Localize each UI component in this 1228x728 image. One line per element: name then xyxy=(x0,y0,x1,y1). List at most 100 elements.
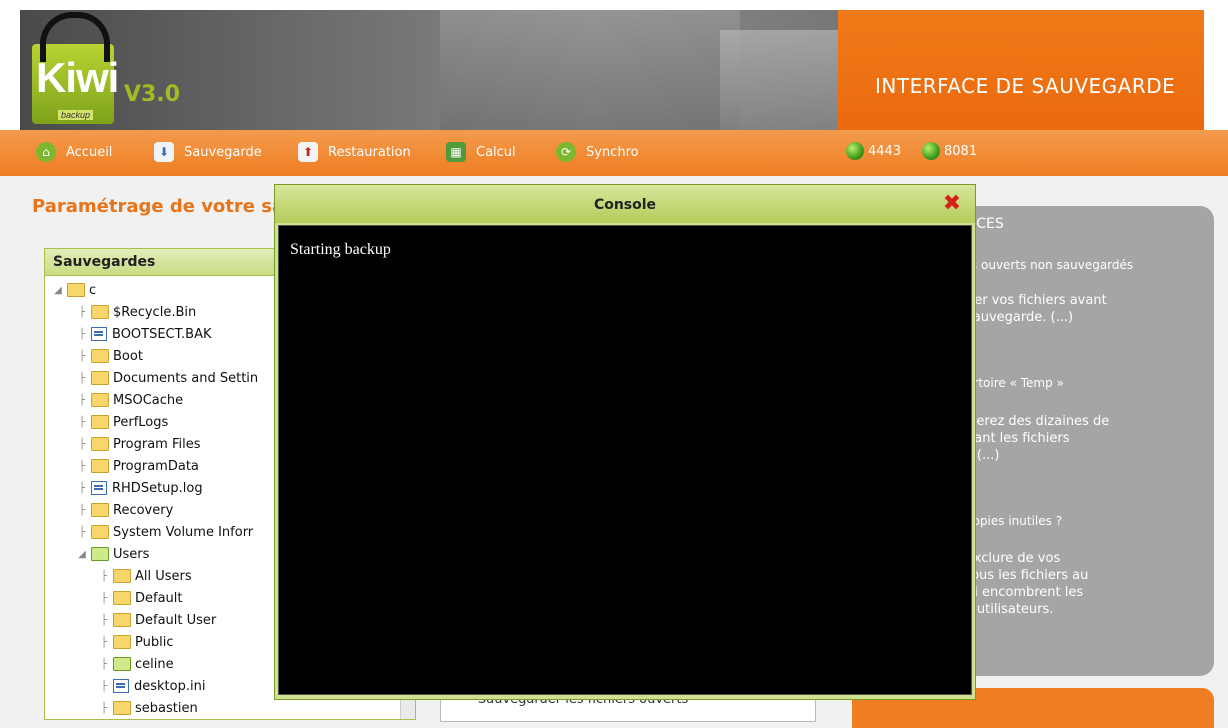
folder-icon xyxy=(113,569,131,583)
app-version: V3.0 xyxy=(124,82,180,107)
expand-toggle-icon[interactable]: ├ xyxy=(75,439,89,450)
expand-arrow-icon[interactable]: ◢ xyxy=(51,285,65,296)
expand-toggle-icon[interactable]: ├ xyxy=(97,637,111,648)
expand-toggle-icon[interactable]: ├ xyxy=(97,593,111,604)
folder-icon xyxy=(113,635,131,649)
tree-row[interactable]: ├ ProgramData xyxy=(75,455,199,477)
tree-row[interactable]: ├ System Volume Inforr xyxy=(75,521,253,543)
expand-toggle-icon[interactable]: ├ xyxy=(97,703,111,714)
tree-row-label: Users xyxy=(113,546,150,562)
header-title: INTERFACE DE SAUVEGARDE xyxy=(875,74,1176,98)
backup-icon: ⬇ xyxy=(154,142,174,162)
nav-item-accueil[interactable]: ⌂ Accueil xyxy=(36,142,112,162)
tree-row[interactable]: ├ sebastien xyxy=(97,697,198,719)
tree-row[interactable]: ├ Default xyxy=(97,587,183,609)
folder-icon xyxy=(91,459,109,473)
sync-icon: ⟳ xyxy=(556,142,576,162)
tree-connector: ├ xyxy=(78,328,86,340)
expand-toggle-icon[interactable]: ├ xyxy=(75,307,89,318)
expand-toggle-icon[interactable]: ├ xyxy=(75,351,89,362)
expand-toggle-icon[interactable]: ├ xyxy=(97,615,111,626)
file-icon xyxy=(113,679,129,693)
tree-row[interactable]: ├ All Users xyxy=(97,565,192,587)
tree-row[interactable]: ◢ Users xyxy=(75,543,149,565)
tree-row-label: Program Files xyxy=(113,436,201,452)
folder-open-icon xyxy=(91,547,109,561)
tree-row[interactable]: ├ celine xyxy=(97,653,174,675)
tree-row[interactable]: ├ MSOCache xyxy=(75,389,183,411)
tip-heading: copies inutiles ? xyxy=(966,514,1063,528)
status-led-icon xyxy=(846,142,864,160)
header: INTERFACE DE SAUVEGARDE Kiwi backup V3.0 xyxy=(0,0,1228,130)
folder-icon xyxy=(91,415,109,429)
tree-row-label: PerfLogs xyxy=(113,414,169,430)
tree-row[interactable]: ├ Program Files xyxy=(75,433,201,455)
tree-row[interactable]: ├ RHDSetup.log xyxy=(75,477,203,499)
tree-row[interactable]: ├ PerfLogs xyxy=(75,411,168,433)
tree-row[interactable]: ├ Boot xyxy=(75,345,143,367)
folder-icon xyxy=(113,701,131,715)
logo-text: Kiwi xyxy=(36,54,119,101)
tree-row-label: celine xyxy=(135,656,174,672)
tree-row-label: All Users xyxy=(135,568,192,584)
status-port-8081: 8081 xyxy=(922,142,977,160)
tip-heading: rs ouverts non sauvegardés xyxy=(966,258,1134,272)
tree-row[interactable]: ├ Recovery xyxy=(75,499,173,521)
tree-row[interactable]: ├ Default User xyxy=(97,609,216,631)
calculator-icon: ▦ xyxy=(446,142,466,162)
nav-item-sauvegarde[interactable]: ⬇ Sauvegarde xyxy=(154,142,262,162)
folder-icon xyxy=(91,437,109,451)
banner-shape xyxy=(440,10,740,130)
tree-row[interactable]: ├ desktop.ini xyxy=(97,675,205,697)
tip-body-line: sauvegarde. (...) xyxy=(966,310,1074,325)
nav-item-calcul[interactable]: ▦ Calcul xyxy=(446,142,516,162)
expand-toggle-icon[interactable]: ├ xyxy=(75,527,89,538)
main-nav: ⌂ Accueil ⬇ Sauvegarde ⬆ Restauration ▦ … xyxy=(0,130,1228,176)
tree-row-label: $Recycle.Bin xyxy=(113,304,197,320)
tree-row-label: Boot xyxy=(113,348,143,364)
tip-body-line: iserez des dizaines de xyxy=(966,414,1110,429)
logo-subtitle: backup xyxy=(58,110,94,120)
expand-arrow-icon[interactable]: ◢ xyxy=(75,549,89,560)
expand-toggle-icon[interactable]: ├ xyxy=(75,373,89,384)
tree-row[interactable]: ├ BOOTSECT.BAK xyxy=(75,323,212,345)
expand-toggle-icon[interactable]: ├ xyxy=(97,571,111,582)
tree-row[interactable]: ├ Public xyxy=(97,631,174,653)
nav-item-synchro[interactable]: ⟳ Synchro xyxy=(556,142,639,162)
tip-body-line: s utilisateurs. xyxy=(966,602,1054,617)
expand-toggle-icon[interactable]: ├ xyxy=(75,417,89,428)
console-title: Console xyxy=(593,197,657,213)
folder-icon xyxy=(113,591,131,605)
folder-open-icon xyxy=(113,657,131,671)
expand-toggle-icon[interactable]: ├ xyxy=(97,659,111,670)
tree-row[interactable]: ◢ c xyxy=(51,279,96,301)
nav-label: Accueil xyxy=(66,144,113,160)
tree-row-label: c xyxy=(89,282,97,298)
header-banner-image xyxy=(20,10,838,130)
tree-row-label: Public xyxy=(135,634,174,650)
tree-connector: ├ xyxy=(78,482,86,494)
status-led-icon xyxy=(922,142,940,160)
tip-body-line: exclure de vos xyxy=(966,551,1061,566)
tree-connector: ├ xyxy=(100,680,108,692)
tree-row-label: RHDSetup.log xyxy=(112,480,203,496)
tree-row[interactable]: ├ Documents and Settin xyxy=(75,367,258,389)
folder-icon xyxy=(91,305,109,319)
status-label: 4443 xyxy=(868,143,902,159)
close-icon[interactable]: ✖ xyxy=(942,193,962,215)
expand-toggle-icon[interactable]: ├ xyxy=(75,461,89,472)
expand-toggle-icon[interactable]: ├ xyxy=(75,505,89,516)
expand-toggle-icon[interactable]: ├ xyxy=(75,395,89,406)
nav-label: Calcul xyxy=(476,144,516,160)
file-icon xyxy=(91,327,107,341)
tree-row-label: MSOCache xyxy=(113,392,184,408)
status-label: 8081 xyxy=(944,143,978,159)
folder-icon xyxy=(91,349,109,363)
tree-row-label: System Volume Inforr xyxy=(113,524,254,540)
page-title: Paramétrage de votre sa xyxy=(32,196,285,217)
console-output: Starting backup xyxy=(278,225,972,695)
folder-icon xyxy=(113,613,131,627)
nav-item-restauration[interactable]: ⬆ Restauration xyxy=(298,142,411,162)
tree-row[interactable]: ├ $Recycle.Bin xyxy=(75,301,196,323)
tree-row-label: BOOTSECT.BAK xyxy=(112,326,212,342)
